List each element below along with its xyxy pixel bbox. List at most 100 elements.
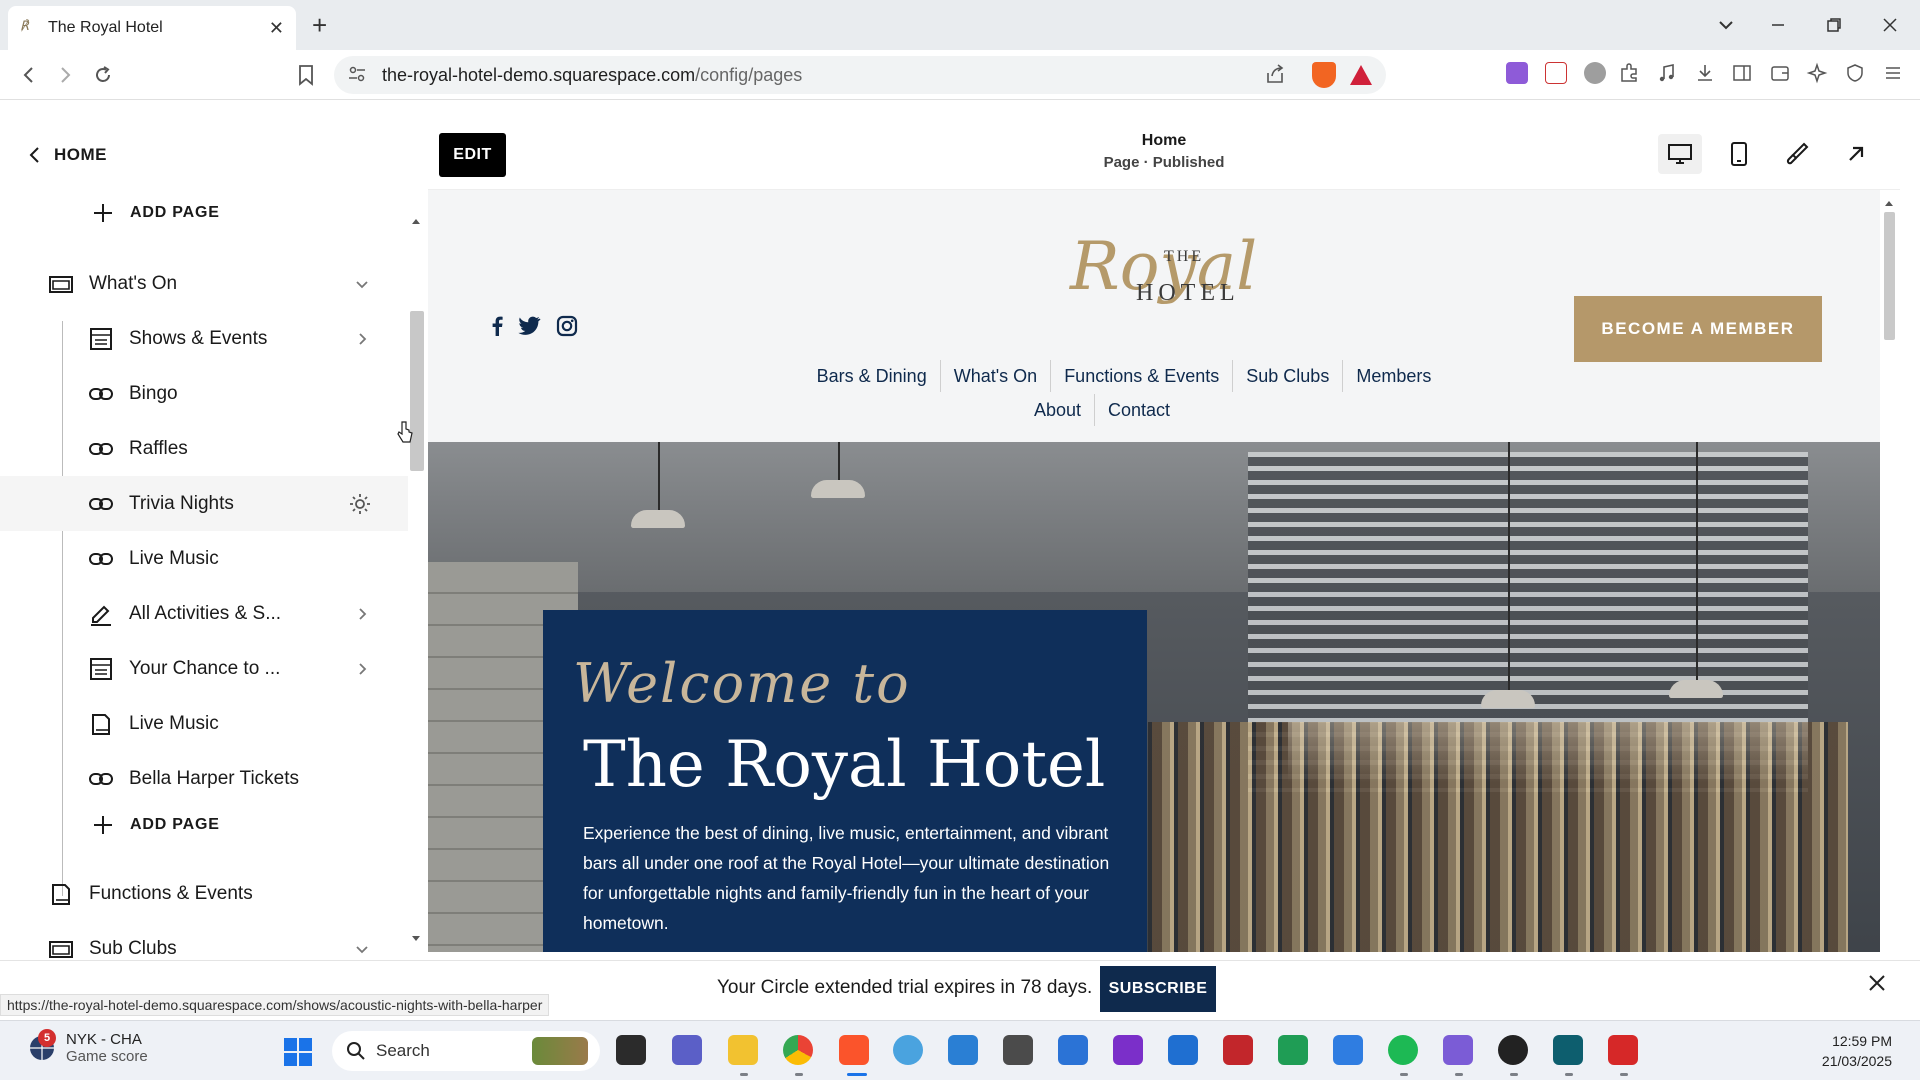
system-clock[interactable]: 12:59 PM 21/03/2025	[1822, 1031, 1892, 1071]
leo-ai-icon[interactable]	[1806, 62, 1828, 84]
calculator-icon[interactable]	[1003, 1035, 1033, 1065]
twitter-icon[interactable]	[518, 315, 542, 337]
desktop-icon	[1668, 144, 1692, 164]
sidebar-app-icon[interactable]	[1553, 1035, 1583, 1065]
new-tab-icon[interactable]: +	[312, 10, 327, 41]
bookmark-icon[interactable]	[296, 64, 316, 86]
spotify-icon[interactable]	[1388, 1035, 1418, 1065]
nav-contact[interactable]: Contact	[1095, 394, 1183, 426]
back-arrow-icon[interactable]	[18, 64, 40, 86]
site-styles-button[interactable]	[1775, 134, 1819, 174]
page-item-trivia-nights[interactable]: Trivia Nights	[0, 476, 408, 531]
affinity-designer-icon[interactable]	[1168, 1035, 1198, 1065]
task-view-icon[interactable]	[616, 1035, 646, 1065]
nav-members[interactable]: Members	[1343, 360, 1444, 392]
nav-functions-events[interactable]: Functions & Events	[1051, 360, 1234, 392]
teams-icon[interactable]	[672, 1035, 702, 1065]
chrome-icon[interactable]	[783, 1035, 813, 1065]
window-close-icon[interactable]	[1881, 16, 1899, 34]
word-app-icon[interactable]	[1333, 1035, 1363, 1065]
extension-icon[interactable]	[1506, 62, 1528, 84]
chevron-down-icon[interactable]	[354, 941, 370, 957]
address-bar[interactable]: the-royal-hotel-demo.squarespace.com/con…	[334, 56, 1386, 94]
open-site-button[interactable]	[1834, 134, 1878, 174]
tab-list-chevron-icon[interactable]	[1717, 16, 1735, 34]
website-preview: Royal THE HOTEL BECOME A MEMBER Bars & D…	[428, 190, 1880, 952]
nav-about[interactable]: About	[1021, 394, 1095, 426]
scroll-down-arrow-icon[interactable]	[411, 935, 421, 943]
page-item-functions-events[interactable]: Functions & Events	[0, 866, 408, 921]
share-icon[interactable]	[1264, 63, 1286, 85]
reload-icon[interactable]	[92, 64, 114, 86]
nav-sub-clubs[interactable]: Sub Clubs	[1233, 360, 1344, 392]
link-icon	[89, 772, 113, 785]
spreadsheet-app-icon[interactable]	[1278, 1035, 1308, 1065]
brave-shields-icon[interactable]	[1312, 62, 1336, 88]
media-player-icon[interactable]	[1498, 1035, 1528, 1065]
brave-icon[interactable]	[839, 1035, 869, 1065]
page-tree: ADD PAGE What's On Shows & Events Bingo …	[0, 201, 410, 1051]
royal-hotel-logo[interactable]: Royal THE HOTEL	[1070, 228, 1257, 338]
subscribe-button[interactable]: SUBSCRIBE	[1100, 966, 1216, 1012]
wallet-icon[interactable]	[1769, 62, 1791, 84]
page-icon	[92, 713, 110, 735]
tab-close-icon[interactable]: ✕	[269, 18, 284, 39]
add-page-button[interactable]: ADD PAGE	[0, 797, 408, 852]
chevron-down-icon[interactable]	[354, 276, 370, 292]
affinity-photo-icon[interactable]	[1113, 1035, 1143, 1065]
nav-whats-on[interactable]: What's On	[941, 360, 1052, 392]
page-item-all-activities[interactable]: All Activities & S...	[0, 586, 408, 641]
minimize-icon[interactable]	[1769, 16, 1787, 34]
page-item-label: Sub Clubs	[89, 937, 177, 959]
forward-arrow-icon[interactable]	[54, 64, 76, 86]
page-item-live-music-page[interactable]: Live Music	[0, 696, 408, 751]
preview-scroll-up-arrow-icon[interactable]	[1884, 199, 1894, 207]
restore-icon[interactable]	[1825, 16, 1843, 34]
become-member-button[interactable]: BECOME A MEMBER	[1574, 296, 1822, 362]
gear-icon[interactable]	[348, 492, 372, 516]
add-page-button[interactable]: ADD PAGE	[0, 201, 408, 240]
chevron-right-icon[interactable]	[354, 331, 370, 347]
scroll-up-arrow-icon[interactable]	[411, 217, 421, 225]
file-explorer-icon[interactable]	[728, 1035, 758, 1065]
brave-rewards-icon[interactable]	[1350, 65, 1372, 85]
preview-scrollbar-thumb[interactable]	[1884, 212, 1895, 340]
page-item-bingo[interactable]: Bingo	[0, 366, 408, 421]
page-item-whats-on[interactable]: What's On	[0, 256, 408, 311]
desktop-view-button[interactable]	[1658, 134, 1702, 174]
affinity-publisher-icon[interactable]	[1223, 1035, 1253, 1065]
puzzle-extensions-icon[interactable]	[1618, 62, 1640, 84]
taskbar-search[interactable]: Search	[332, 1031, 600, 1071]
chevron-right-icon[interactable]	[354, 606, 370, 622]
chevron-right-icon[interactable]	[354, 661, 370, 677]
page-item-live-music-link[interactable]: Live Music	[0, 531, 408, 586]
windows-start-icon[interactable]	[284, 1038, 312, 1066]
pages-scrollbar-thumb[interactable]	[410, 311, 424, 471]
pendant-lamp-shade	[811, 480, 865, 498]
back-home-link[interactable]: HOME	[26, 145, 107, 165]
sports-widget[interactable]: 5 NYK - CHA Game score	[28, 1029, 148, 1065]
browser-tab[interactable]: ℟ The Royal Hotel ✕	[8, 6, 296, 50]
blocked-extension-icon[interactable]	[1584, 62, 1606, 84]
vpn-app-icon[interactable]	[1443, 1035, 1473, 1065]
facebook-icon[interactable]	[490, 315, 504, 337]
download-icon[interactable]	[1694, 62, 1716, 84]
page-item-shows-events[interactable]: Shows & Events	[0, 311, 408, 366]
screen-recorder-icon[interactable]	[1608, 1035, 1638, 1065]
site-settings-icon[interactable]	[348, 64, 366, 84]
browser-menu-icon[interactable]	[1882, 62, 1904, 84]
clock-time: 12:59 PM	[1832, 1033, 1892, 1049]
mobile-view-button[interactable]	[1717, 134, 1761, 174]
nav-bars-dining[interactable]: Bars & Dining	[804, 360, 941, 392]
docs-app-icon[interactable]	[1058, 1035, 1088, 1065]
maps-app-icon[interactable]	[893, 1035, 923, 1065]
vpn-shield-icon[interactable]	[1844, 62, 1866, 84]
page-item-your-chance[interactable]: Your Chance to ...	[0, 641, 408, 696]
sidebar-toggle-icon[interactable]	[1731, 62, 1753, 84]
close-banner-icon[interactable]	[1867, 973, 1887, 993]
notepad-icon[interactable]	[948, 1035, 978, 1065]
instagram-icon[interactable]	[556, 315, 578, 337]
media-music-icon[interactable]	[1656, 62, 1678, 84]
page-item-raffles[interactable]: Raffles	[0, 421, 408, 476]
calendar-extension-icon[interactable]	[1545, 62, 1567, 84]
